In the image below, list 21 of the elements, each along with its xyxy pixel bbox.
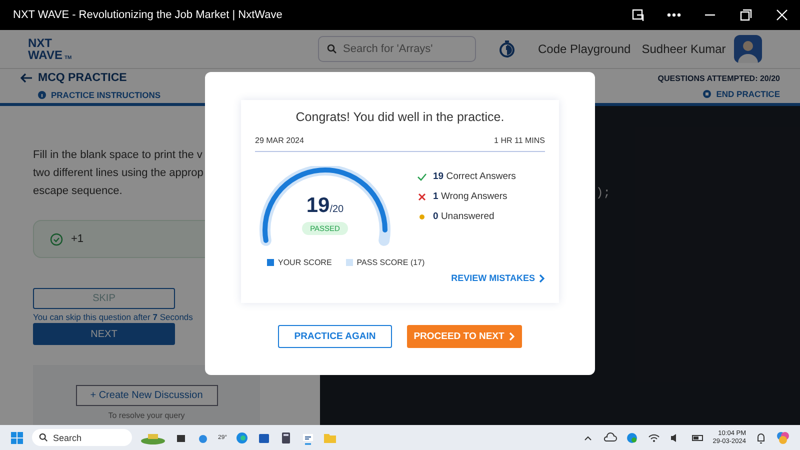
stat-text: 0 Unanswered	[433, 211, 494, 222]
window-title: NXT WAVE - Revolutionizing the Job Market | NxtWave	[13, 9, 284, 21]
score-total: /20	[330, 204, 344, 215]
user-name: Sudheer Kumar	[642, 42, 726, 56]
score-change: +1	[71, 233, 84, 245]
question-text: two different lines using the approp	[33, 166, 204, 181]
legend-label: PASS SCORE (17)	[356, 258, 425, 267]
skip-note: You can skip this question after 7 Seconds	[33, 312, 194, 322]
page-title: MCQ PRACTICE	[38, 72, 127, 84]
question-text: escape sequence.	[33, 184, 124, 199]
stat-text: 19 Correct Answers	[433, 171, 516, 182]
stat-text: 1 Wrong Answers	[433, 191, 508, 202]
legend-label: YOUR SCORE	[278, 258, 332, 267]
dialog-title: Congrats! You did well in the practice.	[294, 110, 506, 124]
practice-duration: 1 HR 11 MINS	[494, 136, 545, 145]
practice-date: 29 MAR 2024	[255, 136, 304, 145]
score-value: 19	[306, 194, 330, 218]
questions-attempted: QUESTIONS ATTEMPTED: 20/20	[658, 74, 780, 82]
question-text: Fill in the blank space to print the v	[33, 148, 204, 163]
code-text: );	[596, 186, 610, 200]
discussion-note: To resolve your query	[108, 411, 185, 420]
